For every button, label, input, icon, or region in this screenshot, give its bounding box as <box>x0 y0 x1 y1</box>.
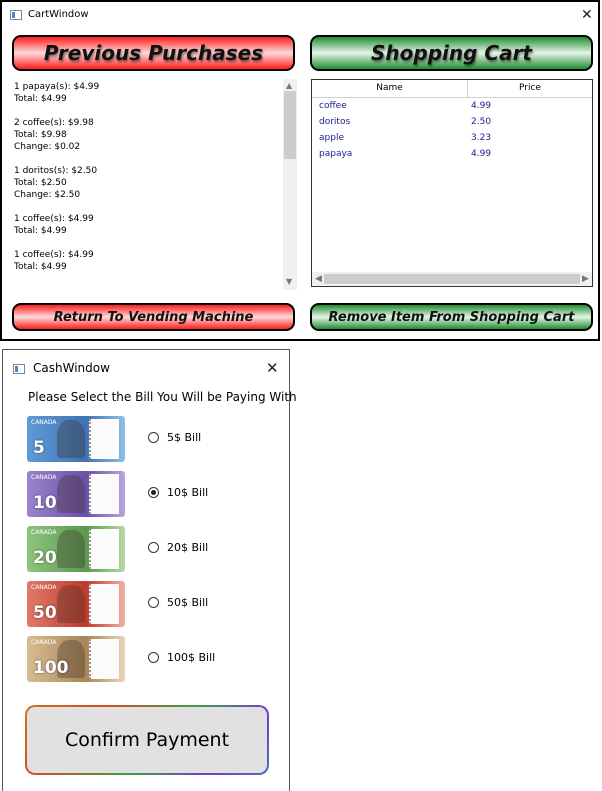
cell-price: 4.99 <box>471 149 492 159</box>
column-header-price[interactable]: Price <box>468 80 592 97</box>
bill-corner-text: CANADA <box>31 639 57 646</box>
scroll-down-icon[interactable]: ▼ <box>286 278 292 286</box>
cash-window: CashWindow ✕ Please Select the Bill You … <box>2 349 297 791</box>
bill-portrait <box>57 530 85 568</box>
bill-10-label[interactable]: 10$ Bill <box>167 486 208 499</box>
cell-name: doritos <box>319 117 351 127</box>
remove-item-button[interactable]: Remove Item From Shopping Cart <box>310 303 593 331</box>
bill-corner-text: CANADA <box>31 584 57 591</box>
bill-corner-text: CANADA <box>31 419 57 426</box>
column-header-name[interactable]: Name <box>312 80 468 97</box>
bill-numeral: 5 <box>33 438 45 458</box>
hundred-dollar-bill-image: CANADA 100 <box>27 636 125 682</box>
close-icon[interactable]: ✕ <box>266 361 279 376</box>
scroll-right-icon[interactable]: ▶ <box>582 274 589 284</box>
table-row[interactable]: apple 3.23 <box>312 130 592 146</box>
bill-5-radio[interactable] <box>148 432 159 443</box>
shopping-cart-button[interactable]: Shopping Cart <box>310 35 593 71</box>
cell-price: 2.50 <box>471 117 492 127</box>
grid-header: Name Price <box>312 80 592 98</box>
purchase-history-text: 1 papaya(s): $4.99 Total: $4.99 2 coffee… <box>14 82 100 272</box>
five-dollar-bill-image: CANADA 5 <box>27 416 125 462</box>
cell-price: 4.99 <box>471 101 492 111</box>
bill-20-radio[interactable] <box>148 542 159 553</box>
twenty-dollar-bill-image: CANADA 20 <box>27 526 125 572</box>
bill-numeral: 10 <box>33 493 57 513</box>
bill-window <box>89 419 119 459</box>
bill-5-label[interactable]: 5$ Bill <box>167 431 201 444</box>
bill-portrait <box>57 475 85 513</box>
bill-corner-text: CANADA <box>31 529 57 536</box>
table-row[interactable]: papaya 4.99 <box>312 146 592 162</box>
window-title: CartWindow <box>28 9 89 20</box>
bill-100-label[interactable]: 100$ Bill <box>167 651 215 664</box>
fifty-dollar-bill-image: CANADA 50 <box>27 581 125 627</box>
scroll-left-icon[interactable]: ◀ <box>315 274 322 284</box>
close-icon[interactable]: ✕ <box>581 8 593 22</box>
cell-name: coffee <box>319 101 347 111</box>
bill-numeral: 50 <box>33 603 57 623</box>
table-row[interactable]: doritos 2.50 <box>312 114 592 130</box>
cart-titlebar[interactable]: CartWindow ✕ <box>2 2 598 28</box>
scrollbar-thumb[interactable] <box>284 91 296 159</box>
cell-name: apple <box>319 133 344 143</box>
cart-window: CartWindow ✕ Previous Purchases Shopping… <box>0 0 600 341</box>
bill-window <box>89 584 119 624</box>
horizontal-scrollbar[interactable]: ◀ ▶ <box>312 272 592 286</box>
bill-50-label[interactable]: 50$ Bill <box>167 596 208 609</box>
window-icon <box>10 10 22 20</box>
bill-window <box>89 474 119 514</box>
vertical-scrollbar[interactable]: ▲ ▼ <box>283 79 297 290</box>
bill-portrait <box>57 420 85 458</box>
scroll-up-icon[interactable]: ▲ <box>286 82 292 90</box>
previous-purchases-button[interactable]: Previous Purchases <box>12 35 295 71</box>
return-to-vending-machine-button[interactable]: Return To Vending Machine <box>12 303 295 331</box>
bill-50-radio[interactable] <box>148 597 159 608</box>
bill-10-radio[interactable] <box>148 487 159 498</box>
bill-20-label[interactable]: 20$ Bill <box>167 541 208 554</box>
cell-price: 3.23 <box>471 133 492 143</box>
ten-dollar-bill-image: CANADA 10 <box>27 471 125 517</box>
cell-name: papaya <box>319 149 353 159</box>
purchase-history-list[interactable]: 1 papaya(s): $4.99 Total: $4.99 2 coffee… <box>11 79 298 290</box>
bill-corner-text: CANADA <box>31 474 57 481</box>
window-icon <box>13 364 25 374</box>
confirm-payment-button[interactable]: Confirm Payment <box>25 705 269 775</box>
bill-prompt: Please Select the Bill You Will be Payin… <box>28 390 297 404</box>
bill-100-radio[interactable] <box>148 652 159 663</box>
bill-numeral: 100 <box>33 658 69 678</box>
bill-window <box>89 639 119 679</box>
cart-window-body: CartWindow ✕ Previous Purchases Shopping… <box>2 2 598 339</box>
scrollbar-thumb[interactable] <box>324 274 580 284</box>
bill-window <box>89 529 119 569</box>
bill-portrait <box>57 585 85 623</box>
bill-numeral: 20 <box>33 548 57 568</box>
table-row[interactable]: coffee 4.99 <box>312 98 592 114</box>
window-title: CashWindow <box>33 361 110 375</box>
shopping-cart-grid[interactable]: Name Price coffee 4.99 doritos 2.50 appl… <box>311 79 593 287</box>
